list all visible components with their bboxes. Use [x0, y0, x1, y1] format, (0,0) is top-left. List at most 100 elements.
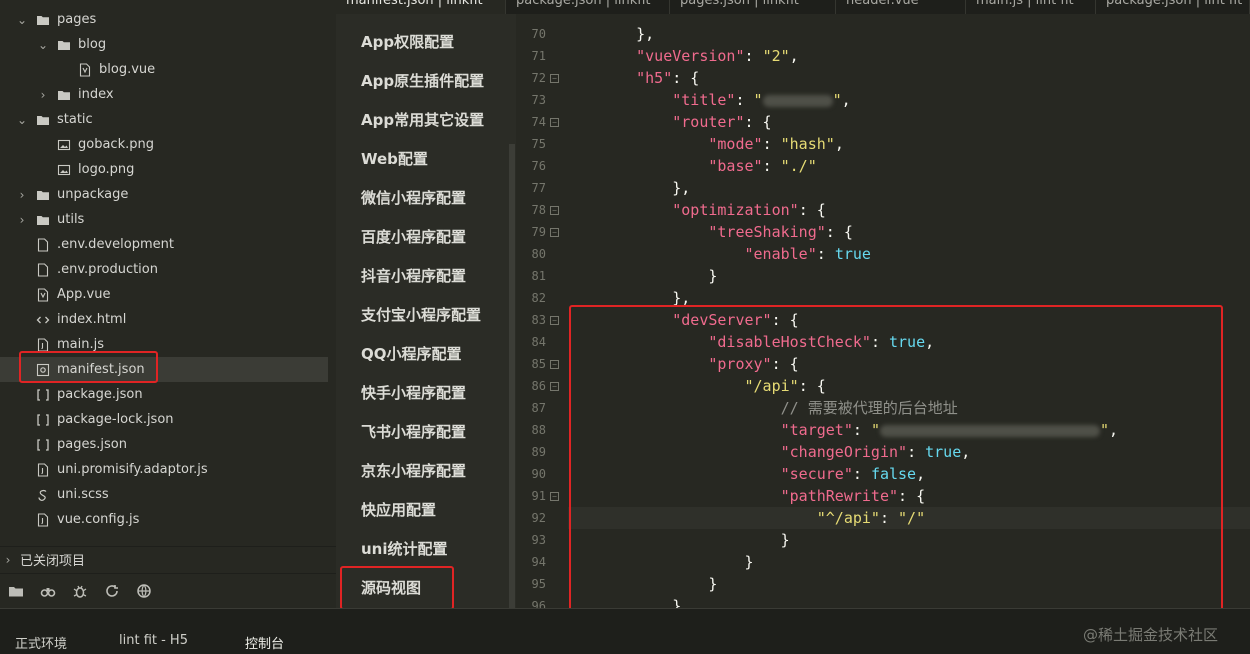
code-token-str: ": [753, 91, 763, 109]
nav-scrollbar-thumb[interactable]: [509, 144, 515, 608]
code-line[interactable]: },: [600, 23, 654, 45]
fold-toggle-icon[interactable]: −: [550, 382, 559, 391]
code-token-punc: :: [762, 135, 781, 153]
code-token-punc: [600, 245, 745, 263]
tree-item-label: logo.png: [78, 162, 135, 177]
code-token-punc: : {: [798, 201, 826, 219]
folder-icon[interactable]: [0, 576, 32, 606]
code-line[interactable]: "base": "./": [600, 155, 817, 177]
code-token-key: "h5": [636, 69, 673, 87]
tree-item-label: index.html: [57, 312, 127, 327]
tree-item-unpackage[interactable]: › unpackage: [0, 182, 328, 207]
tab-package-json-lint-fit[interactable]: package.json | lint fit: [1096, 0, 1250, 14]
code-token-str: "2": [762, 47, 790, 65]
code-line[interactable]: "title": " ",: [600, 89, 850, 111]
tab-manifest-json-linkfit[interactable]: manifest.json | linkfit: [336, 0, 506, 14]
fold-toggle-icon[interactable]: −: [550, 228, 559, 237]
tree-item-package-lock-json[interactable]: package-lock.json: [0, 407, 328, 432]
code-token-bool: true: [834, 245, 871, 263]
code-line[interactable]: "router": {: [600, 111, 771, 133]
chevron-down-icon[interactable]: ⌄: [37, 38, 49, 52]
nav-item-8[interactable]: 支付宝小程序配置: [336, 295, 508, 334]
chevron-down-icon[interactable]: ⌄: [16, 113, 28, 127]
nav-item-11[interactable]: 飞书小程序配置: [336, 412, 508, 451]
nav-item-1[interactable]: App权限配置: [336, 22, 508, 61]
nav-item-13[interactable]: 快应用配置: [336, 490, 508, 529]
tab-header-vue[interactable]: header.vue: [836, 0, 966, 14]
folder-icon: [57, 88, 71, 102]
tree-item-goback-png[interactable]: goback.png: [0, 132, 328, 157]
code-line[interactable]: "h5": {: [600, 67, 699, 89]
tree-item-logo-png[interactable]: logo.png: [0, 157, 328, 182]
tree-item-pages-json[interactable]: pages.json: [0, 432, 328, 457]
tree-item-app-vue[interactable]: App.vue: [0, 282, 328, 307]
code-token-str: "./": [780, 157, 817, 175]
nav-item-3[interactable]: App常用其它设置: [336, 100, 508, 139]
line-number: 71: [531, 49, 546, 63]
code-token-punc: :: [816, 245, 835, 263]
code-token-key: "base": [708, 157, 763, 175]
tree-item-utils[interactable]: › utils: [0, 207, 328, 232]
code-line[interactable]: "vueVersion": "2",: [600, 45, 799, 67]
bug-icon[interactable]: [64, 576, 96, 606]
bottom-tab-1[interactable]: 正式环境: [15, 633, 67, 652]
tree-item-label: static: [57, 112, 93, 127]
tab-pages-json-linkfit[interactable]: pages.json | linkfit: [670, 0, 836, 14]
bottom-tab-2[interactable]: lint fit - H5: [119, 633, 188, 648]
tree-item-env-development[interactable]: .env.development: [0, 232, 328, 257]
tab-package-json-linkfit[interactable]: package.json | linkfit: [506, 0, 670, 14]
tree-item-pages[interactable]: ⌄ pages: [0, 7, 328, 32]
folder-icon: [36, 213, 50, 227]
nav-scrollbar[interactable]: [508, 14, 516, 608]
refresh-icon[interactable]: [96, 576, 128, 606]
tree-item-uni-scss[interactable]: uni.scss: [0, 482, 328, 507]
chevron-down-icon[interactable]: ⌄: [16, 13, 28, 27]
code-line[interactable]: "mode": "hash",: [600, 133, 843, 155]
tab-main-js-lint-fit[interactable]: main.js | lint fit: [966, 0, 1096, 14]
tree-item-vue-config-js[interactable]: vue.config.js: [0, 507, 328, 532]
code-line[interactable]: "optimization": {: [600, 199, 826, 221]
nav-item-14[interactable]: uni统计配置: [336, 529, 508, 568]
nav-item-5[interactable]: 微信小程序配置: [336, 178, 508, 217]
code-line[interactable]: }: [600, 265, 717, 287]
code-line[interactable]: },: [600, 177, 690, 199]
fold-toggle-icon[interactable]: −: [550, 206, 559, 215]
tree-item-label: .env.production: [57, 262, 158, 277]
code-line[interactable]: "enable": true: [600, 243, 871, 265]
tree-item-index-html[interactable]: index.html: [0, 307, 328, 332]
js-file-icon: [36, 512, 50, 527]
tree-item-blog[interactable]: ⌄ blog: [0, 32, 328, 57]
devserver-annotation-box: [569, 305, 1223, 634]
tree-item-blog-vue[interactable]: blog.vue: [0, 57, 328, 82]
fold-toggle-icon[interactable]: −: [550, 360, 559, 369]
code-line[interactable]: "treeShaking": {: [600, 221, 853, 243]
bottom-tab-3[interactable]: 控制台: [245, 633, 284, 652]
closed-projects[interactable]: › 已关闭项目: [0, 546, 336, 572]
nav-item-2[interactable]: App原生插件配置: [336, 61, 508, 100]
browser-icon[interactable]: [128, 576, 160, 606]
fold-toggle-icon[interactable]: −: [550, 118, 559, 127]
code-token-punc: [600, 113, 672, 131]
tree-item-env-production[interactable]: .env.production: [0, 257, 328, 282]
tree-item-label: goback.png: [78, 137, 154, 152]
chevron-right-icon[interactable]: ›: [16, 188, 28, 202]
nav-item-4[interactable]: Web配置: [336, 139, 508, 178]
code-token-punc: },: [600, 179, 691, 197]
fold-toggle-icon[interactable]: −: [550, 316, 559, 325]
chevron-right-icon[interactable]: ›: [37, 88, 49, 102]
tree-item-uni-promisify-adaptor-js[interactable]: uni.promisify.adaptor.js: [0, 457, 328, 482]
tree-item-index[interactable]: › index: [0, 82, 328, 107]
tree-toolbar: [0, 573, 336, 607]
nav-item-10[interactable]: 快手小程序配置: [336, 373, 508, 412]
nav-item-9[interactable]: QQ小程序配置: [336, 334, 508, 373]
chevron-right-icon[interactable]: ›: [16, 213, 28, 227]
tree-item-static[interactable]: ⌄ static: [0, 107, 328, 132]
nav-item-7[interactable]: 抖音小程序配置: [336, 256, 508, 295]
tree-item-package-json[interactable]: package.json: [0, 382, 328, 407]
code-token-punc: : {: [825, 223, 853, 241]
nav-item-6[interactable]: 百度小程序配置: [336, 217, 508, 256]
binoculars-icon[interactable]: [32, 576, 64, 606]
fold-toggle-icon[interactable]: −: [550, 492, 559, 501]
nav-item-12[interactable]: 京东小程序配置: [336, 451, 508, 490]
fold-toggle-icon[interactable]: −: [550, 74, 559, 83]
